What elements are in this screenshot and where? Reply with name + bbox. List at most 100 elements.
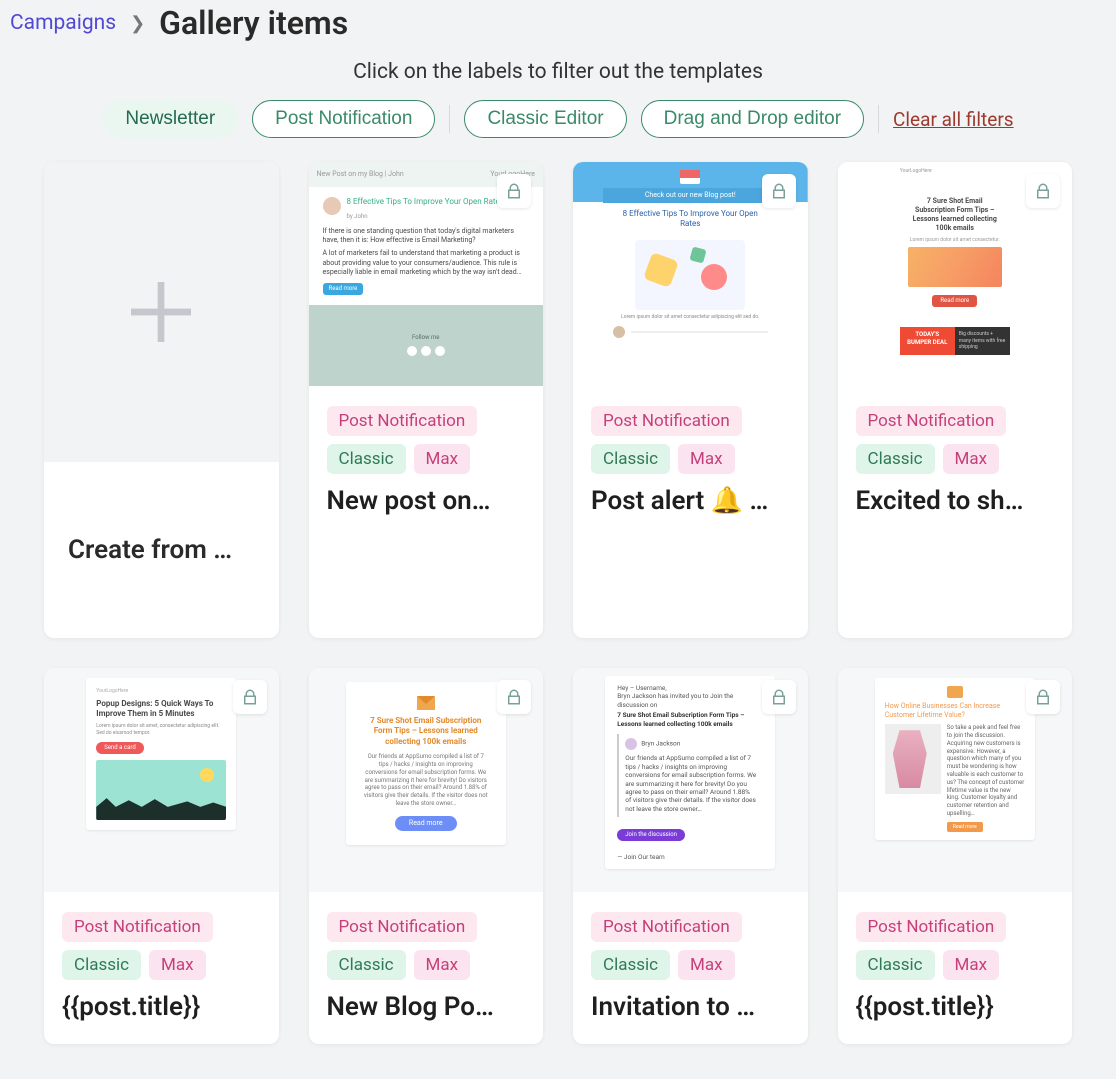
tag-max[interactable]: Max bbox=[149, 950, 206, 980]
filter-bar: Newsletter Post Notification Classic Edi… bbox=[10, 100, 1106, 138]
template-card[interactable]: YourLogoHere 7 Sure Shot Email Subscript… bbox=[838, 162, 1073, 638]
thumb-text: Follow me bbox=[412, 334, 439, 342]
template-card[interactable]: 7 Sure Shot Email Subscription Form Tips… bbox=[309, 668, 544, 1044]
tag-row: Post Notification Classic Max bbox=[591, 912, 790, 980]
tag-max[interactable]: Max bbox=[678, 444, 735, 474]
tag-classic[interactable]: Classic bbox=[856, 950, 935, 980]
thumb-text: Hey – Username, bbox=[617, 684, 763, 692]
template-title: Invitation to … bbox=[591, 992, 790, 1022]
thumb-text: 7 Sure Shot Email Subscription Form Tips… bbox=[617, 711, 763, 728]
tag-row: Post Notification Classic Max bbox=[327, 406, 526, 474]
breadcrumb-parent-link[interactable]: Campaigns bbox=[10, 11, 116, 35]
template-thumbnail: YourLogoHere 7 Sure Shot Email Subscript… bbox=[838, 162, 1073, 386]
template-title: {{post.title}} bbox=[856, 992, 1055, 1022]
template-thumbnail: YourLogoHere Popup Designs: 5 Quick Ways… bbox=[44, 668, 279, 892]
template-thumbnail: Check out our new Blog post! 8 Effective… bbox=[573, 162, 808, 386]
tag-row: Post Notification Classic Max bbox=[856, 912, 1055, 980]
tag-post-notification[interactable]: Post Notification bbox=[856, 406, 1007, 436]
lock-icon bbox=[762, 680, 796, 714]
tag-post-notification[interactable]: Post Notification bbox=[856, 912, 1007, 942]
page-title: Gallery items bbox=[159, 4, 348, 42]
thumb-text: If there is one standing question that t… bbox=[323, 227, 530, 245]
tag-max[interactable]: Max bbox=[414, 950, 471, 980]
template-grid: Create from … New Post on my Blog | John… bbox=[10, 162, 1106, 1044]
tag-max[interactable]: Max bbox=[678, 950, 735, 980]
create-thumbnail bbox=[44, 162, 279, 462]
plus-icon bbox=[121, 272, 201, 352]
template-title: Excited to sh… bbox=[856, 486, 1055, 516]
filter-chip-post-notification[interactable]: Post Notification bbox=[252, 100, 435, 138]
thumb-text: Bryn Jackson bbox=[641, 740, 680, 748]
thumb-text: Our friends at AppSumo compiled a list o… bbox=[364, 753, 488, 808]
thumb-text: New Post on my Blog | John bbox=[317, 170, 404, 179]
template-title: Post alert 🔔 … bbox=[591, 486, 790, 516]
template-title: New post on… bbox=[327, 486, 526, 516]
create-card-title: Create from … bbox=[44, 462, 279, 638]
tag-classic[interactable]: Classic bbox=[856, 444, 935, 474]
template-thumbnail: How Online Businesses Can Increase Custo… bbox=[838, 668, 1073, 892]
filter-hint: Click on the labels to filter out the te… bbox=[10, 60, 1106, 84]
template-thumbnail: 7 Sure Shot Email Subscription Form Tips… bbox=[309, 668, 544, 892]
thumb-text: Popup Designs: 5 Quick Ways To Improve T… bbox=[96, 699, 226, 720]
chevron-right-icon: ❯ bbox=[130, 13, 145, 34]
tag-classic[interactable]: Classic bbox=[327, 444, 406, 474]
template-thumbnail: Hey – Username, Bryn Jackson has invited… bbox=[573, 668, 808, 892]
template-card[interactable]: YourLogoHere Popup Designs: 5 Quick Ways… bbox=[44, 668, 279, 1044]
tag-post-notification[interactable]: Post Notification bbox=[327, 406, 478, 436]
filter-chip-drag-and-drop[interactable]: Drag and Drop editor bbox=[641, 100, 864, 138]
breadcrumb: Campaigns ❯ Gallery items bbox=[10, 0, 1106, 52]
thumb-text: YourLogoHere bbox=[96, 688, 226, 695]
template-card[interactable]: Check out our new Blog post! 8 Effective… bbox=[573, 162, 808, 638]
filter-chip-classic-editor[interactable]: Classic Editor bbox=[464, 100, 626, 138]
tag-post-notification[interactable]: Post Notification bbox=[591, 406, 742, 436]
thumb-text: Bryn Jackson has invited you to Join the… bbox=[617, 692, 763, 709]
lock-icon bbox=[233, 680, 267, 714]
separator bbox=[878, 105, 879, 133]
tag-max[interactable]: Max bbox=[943, 444, 1000, 474]
tag-row: Post Notification Classic Max bbox=[62, 912, 261, 980]
clear-filters-link[interactable]: Clear all filters bbox=[893, 108, 1014, 131]
thumb-text: Send a card bbox=[96, 742, 143, 754]
create-template-card[interactable]: Create from … bbox=[44, 162, 279, 638]
template-thumbnail: New Post on my Blog | JohnYourLogoHere 8… bbox=[309, 162, 544, 386]
thumb-text: Our friends at AppSumo compiled a list o… bbox=[625, 754, 757, 813]
tag-post-notification[interactable]: Post Notification bbox=[327, 912, 478, 942]
lock-icon bbox=[1026, 174, 1060, 208]
template-card[interactable]: How Online Businesses Can Increase Custo… bbox=[838, 668, 1073, 1044]
thumb-text: Big discounts + many items with free shi… bbox=[955, 327, 1010, 355]
tag-classic[interactable]: Classic bbox=[327, 950, 406, 980]
lock-icon bbox=[762, 174, 796, 208]
thumb-text: Read more bbox=[932, 295, 977, 307]
template-card[interactable]: New Post on my Blog | JohnYourLogoHere 8… bbox=[309, 162, 544, 638]
tag-post-notification[interactable]: Post Notification bbox=[62, 912, 213, 942]
thumb-text: by John bbox=[323, 213, 530, 221]
thumb-text: Check out our new Blog post! bbox=[603, 188, 778, 203]
tag-classic[interactable]: Classic bbox=[591, 444, 670, 474]
thumb-text: YourLogoHere bbox=[900, 162, 1010, 181]
thumb-text: 7 Sure Shot Email Subscription Form Tips… bbox=[908, 197, 1002, 233]
thumb-text: 8 Effective Tips To Improve Your Open Ra… bbox=[603, 203, 778, 236]
thumb-text: Read more bbox=[395, 816, 457, 831]
template-title: New Blog Po… bbox=[327, 992, 526, 1022]
thumb-text: How Online Businesses Can Increase Custo… bbox=[885, 702, 1025, 720]
tag-classic[interactable]: Classic bbox=[62, 950, 141, 980]
tag-max[interactable]: Max bbox=[943, 950, 1000, 980]
filter-chip-newsletter[interactable]: Newsletter bbox=[102, 100, 238, 138]
template-card[interactable]: Hey – Username, Bryn Jackson has invited… bbox=[573, 668, 808, 1044]
lock-icon bbox=[497, 174, 531, 208]
thumb-text: 7 Sure Shot Email Subscription Form Tips… bbox=[364, 716, 488, 747]
separator bbox=[449, 105, 450, 133]
thumb-text: TODAY'S BUMPER DEAL bbox=[900, 327, 955, 355]
thumb-text: Join the discussion bbox=[617, 829, 685, 841]
tag-max[interactable]: Max bbox=[414, 444, 471, 474]
thumb-text: A lot of marketers fail to understand th… bbox=[323, 249, 530, 276]
template-title: {{post.title}} bbox=[62, 992, 261, 1022]
thumb-text: — Join Our team bbox=[617, 853, 763, 861]
lock-icon bbox=[1026, 680, 1060, 714]
tag-row: Post Notification Classic Max bbox=[591, 406, 790, 474]
tag-post-notification[interactable]: Post Notification bbox=[591, 912, 742, 942]
tag-classic[interactable]: Classic bbox=[591, 950, 670, 980]
tag-row: Post Notification Classic Max bbox=[856, 406, 1055, 474]
lock-icon bbox=[497, 680, 531, 714]
thumb-text: Read more bbox=[323, 283, 364, 295]
